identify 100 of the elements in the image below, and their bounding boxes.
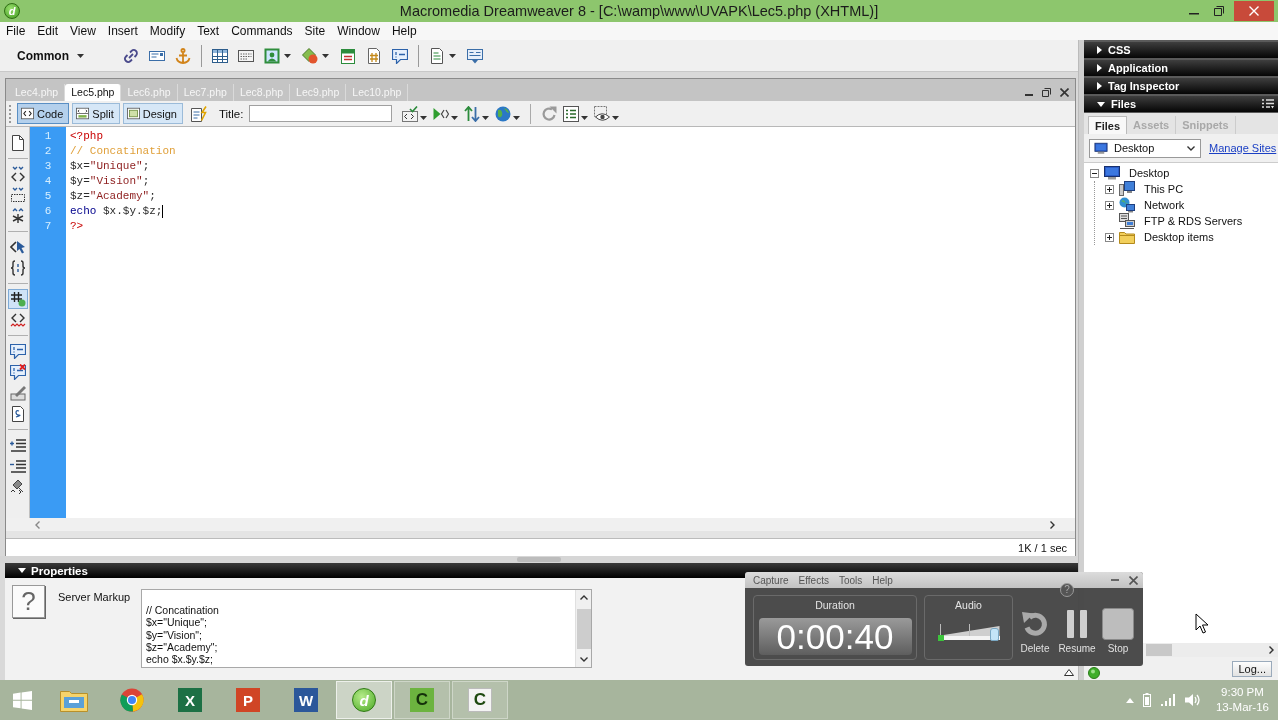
anchor-icon[interactable]: [175, 47, 191, 64]
circular-arrow-icon: [1021, 611, 1049, 637]
picture-icon[interactable]: [264, 47, 280, 64]
panel-header[interactable]: Files: [1084, 96, 1278, 112]
manage-sites-link[interactable]: Manage Sites: [1209, 142, 1277, 154]
chevron-right-icon[interactable]: [1050, 520, 1055, 529]
globe-icon[interactable]: [495, 105, 512, 122]
minimize-icon[interactable]: [1025, 93, 1033, 96]
hash-page-icon[interactable]: [366, 47, 382, 64]
taskbar-button[interactable]: P: [220, 681, 276, 719]
list-icon[interactable]: [563, 105, 580, 122]
caret-icon[interactable]: [612, 115, 620, 120]
panel-header[interactable]: Application: [1084, 60, 1278, 76]
tree-item[interactable]: FTP & RDS Servers: [1144, 215, 1243, 227]
menu-item[interactable]: Insert: [101, 22, 144, 40]
restore-icon[interactable]: [1042, 88, 1051, 97]
plus-box-icon[interactable]: [1105, 232, 1114, 242]
tag-check-icon[interactable]: [402, 105, 419, 122]
caret-icon[interactable]: [420, 115, 428, 120]
horizontal-scrollbar[interactable]: [6, 518, 1075, 531]
volume-slider[interactable]: [937, 624, 1000, 642]
menu-item[interactable]: Modify: [143, 22, 192, 40]
plus-box-icon[interactable]: [1105, 200, 1114, 210]
caret-icon[interactable]: [451, 115, 459, 120]
taskbar-button[interactable]: X: [162, 681, 218, 719]
menu-item[interactable]: Window: [331, 22, 386, 40]
text-box-icon[interactable]: [238, 47, 254, 64]
screen-icon[interactable]: [467, 47, 483, 64]
chevron-up-icon[interactable]: [579, 595, 588, 600]
splitter-grip[interactable]: [517, 557, 561, 562]
view-button[interactable]: Design: [122, 103, 183, 124]
download-stats: 1K / 1 sec: [1018, 541, 1067, 554]
computer-icon: [1119, 181, 1135, 197]
minimize-icon[interactable]: [1189, 13, 1199, 15]
slider-thumb[interactable]: [990, 628, 1000, 641]
caret-icon[interactable]: [482, 115, 490, 120]
panel-header[interactable]: Tag Inspector: [1084, 78, 1278, 94]
minus-box-icon[interactable]: [1090, 168, 1099, 178]
vertical-scrollbar[interactable]: [575, 590, 591, 667]
plus-box-icon[interactable]: [1105, 184, 1114, 194]
menu-item[interactable]: Commands: [225, 22, 299, 40]
panel-title: Files: [1111, 98, 1137, 110]
taskbar-button[interactable]: C: [394, 681, 450, 719]
menu-item[interactable]: View: [64, 22, 102, 40]
chevron-down-icon[interactable]: [579, 657, 588, 662]
tag-cursor-icon: [9, 239, 26, 255]
menu-item[interactable]: Text: [191, 22, 226, 40]
caret-icon[interactable]: [284, 53, 291, 58]
expand-arrow-icon[interactable]: [1064, 669, 1074, 676]
log-button[interactable]: Log...: [1232, 661, 1272, 677]
page-icon[interactable]: [429, 47, 445, 64]
server-icon: [1119, 213, 1135, 229]
location-dropdown[interactable]: Desktop: [1089, 138, 1201, 158]
tree-item[interactable]: Desktop: [1129, 167, 1170, 179]
view-button[interactable]: Split: [72, 103, 120, 124]
menu-item[interactable]: Edit: [31, 22, 65, 40]
options-menu-icon[interactable]: [1262, 99, 1274, 109]
outdent-icon: [9, 458, 26, 474]
markup-field[interactable]: // Concatination $x="Unique"; $y="Vision"; $z="Academy"; echo $x.$y.$z;: [141, 589, 592, 668]
table-icon[interactable]: [212, 47, 228, 64]
up-down-arrows-icon[interactable]: [464, 105, 481, 122]
caret-icon[interactable]: [513, 115, 521, 120]
caret-icon[interactable]: [449, 53, 456, 58]
view-button[interactable]: Code: [17, 103, 70, 124]
coding-tool-button[interactable]: [7, 289, 28, 309]
menu-item[interactable]: File: [0, 22, 32, 40]
close-icon[interactable]: [1060, 88, 1069, 97]
chevron-left-icon[interactable]: [35, 520, 40, 529]
resume-button[interactable]: Resume: [1055, 607, 1099, 654]
restore-icon[interactable]: [1214, 6, 1224, 16]
app-logo: C: [468, 688, 492, 712]
title-input[interactable]: [249, 105, 393, 122]
page-icon: [9, 406, 26, 422]
category-dropdown[interactable]: Common: [17, 48, 84, 63]
monitor-icon: [1093, 141, 1109, 155]
taskbar-button[interactable]: W: [278, 681, 334, 719]
taskbar-button[interactable]: C: [452, 681, 508, 719]
horizontal-scrollbar[interactable]: [1146, 643, 1278, 657]
caret-icon[interactable]: [322, 53, 329, 58]
stop-button[interactable]: Stop: [1099, 607, 1137, 654]
tree-item[interactable]: This PC: [1144, 183, 1184, 195]
calendar-icon[interactable]: [340, 47, 356, 64]
delete-button[interactable]: Delete: [1015, 607, 1055, 654]
menu-item[interactable]: Help: [385, 22, 423, 40]
tree-item[interactable]: Network: [1144, 199, 1185, 211]
tree-item[interactable]: Desktop items: [1144, 231, 1214, 243]
speech-bubble-icon[interactable]: [392, 47, 408, 64]
stop-square-icon: [1102, 608, 1134, 640]
caret-icon[interactable]: [581, 115, 589, 120]
eye-icon[interactable]: [594, 105, 611, 122]
close-icon[interactable]: [1129, 575, 1138, 585]
panel-header[interactable]: CSS: [1084, 42, 1278, 58]
menu-item[interactable]: Site: [298, 22, 332, 40]
page-lightning-icon[interactable]: [190, 105, 207, 122]
markup-text: // Concatination $x="Unique"; $y="Vision"; $z="Academy"; echo $x.$y.$z;: [145, 603, 220, 667]
line-number: 7: [43, 219, 53, 234]
chevron-right-icon[interactable]: [1269, 646, 1274, 654]
document-tab[interactable]: Lec5.php: [65, 84, 122, 101]
chain-link-icon[interactable]: [123, 47, 139, 64]
panel-tab[interactable]: Files: [1088, 116, 1128, 134]
